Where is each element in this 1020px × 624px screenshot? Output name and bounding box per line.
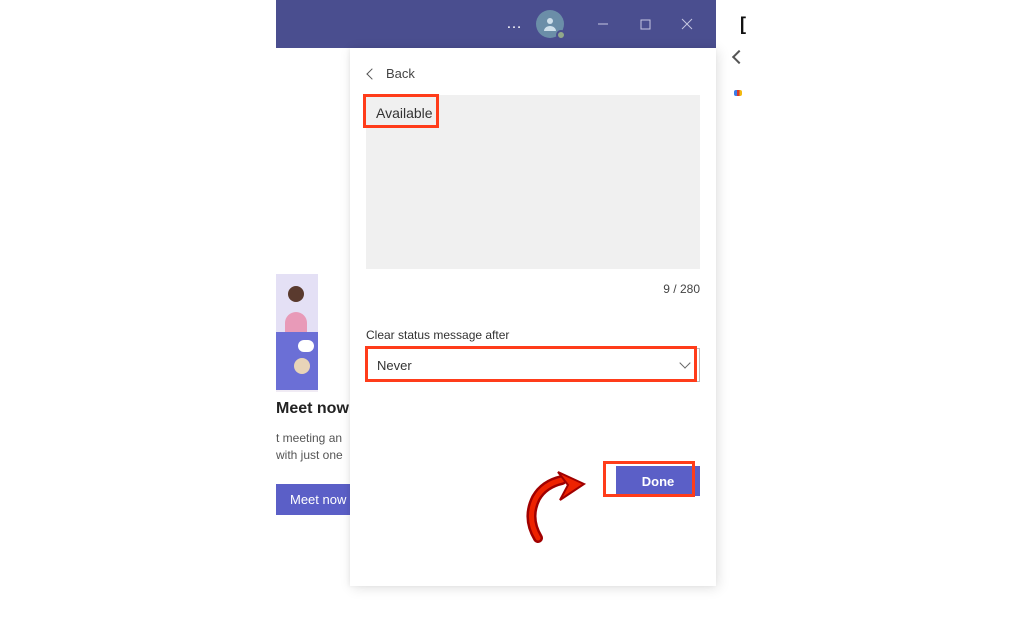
status-panel: Back 9 / 280 Clear status message after …: [350, 48, 716, 586]
clear-after-label: Clear status message after: [366, 328, 700, 342]
close-button[interactable]: [666, 9, 708, 39]
right-edge-glyph: [: [740, 14, 746, 35]
right-edge-chevron-icon: [732, 50, 746, 64]
meet-now-title: Meet now: [276, 400, 356, 418]
chevron-down-icon: [679, 357, 690, 368]
titlebar: …: [276, 0, 716, 48]
minimize-button[interactable]: [582, 9, 624, 39]
maximize-button[interactable]: [624, 9, 666, 39]
back-label: Back: [386, 66, 415, 81]
meet-now-button[interactable]: Meet now: [276, 484, 360, 515]
meeting-tiles: [276, 274, 356, 392]
chevron-left-icon: [366, 68, 377, 79]
more-icon[interactable]: …: [506, 15, 524, 33]
meet-now-desc: t meeting anwith just one: [276, 430, 356, 464]
meet-now-card: Meet now t meeting anwith just one Meet …: [276, 400, 356, 515]
clear-after-dropdown[interactable]: Never: [366, 348, 700, 382]
right-edge-color-icon: [734, 90, 742, 96]
presence-badge-icon: [556, 30, 566, 40]
done-button[interactable]: Done: [616, 466, 700, 496]
avatar[interactable]: [536, 10, 564, 38]
back-button[interactable]: Back: [366, 66, 700, 81]
char-count: 9 / 280: [366, 282, 700, 296]
status-message-input[interactable]: [366, 95, 700, 269]
clear-after-value: Never: [377, 358, 412, 373]
